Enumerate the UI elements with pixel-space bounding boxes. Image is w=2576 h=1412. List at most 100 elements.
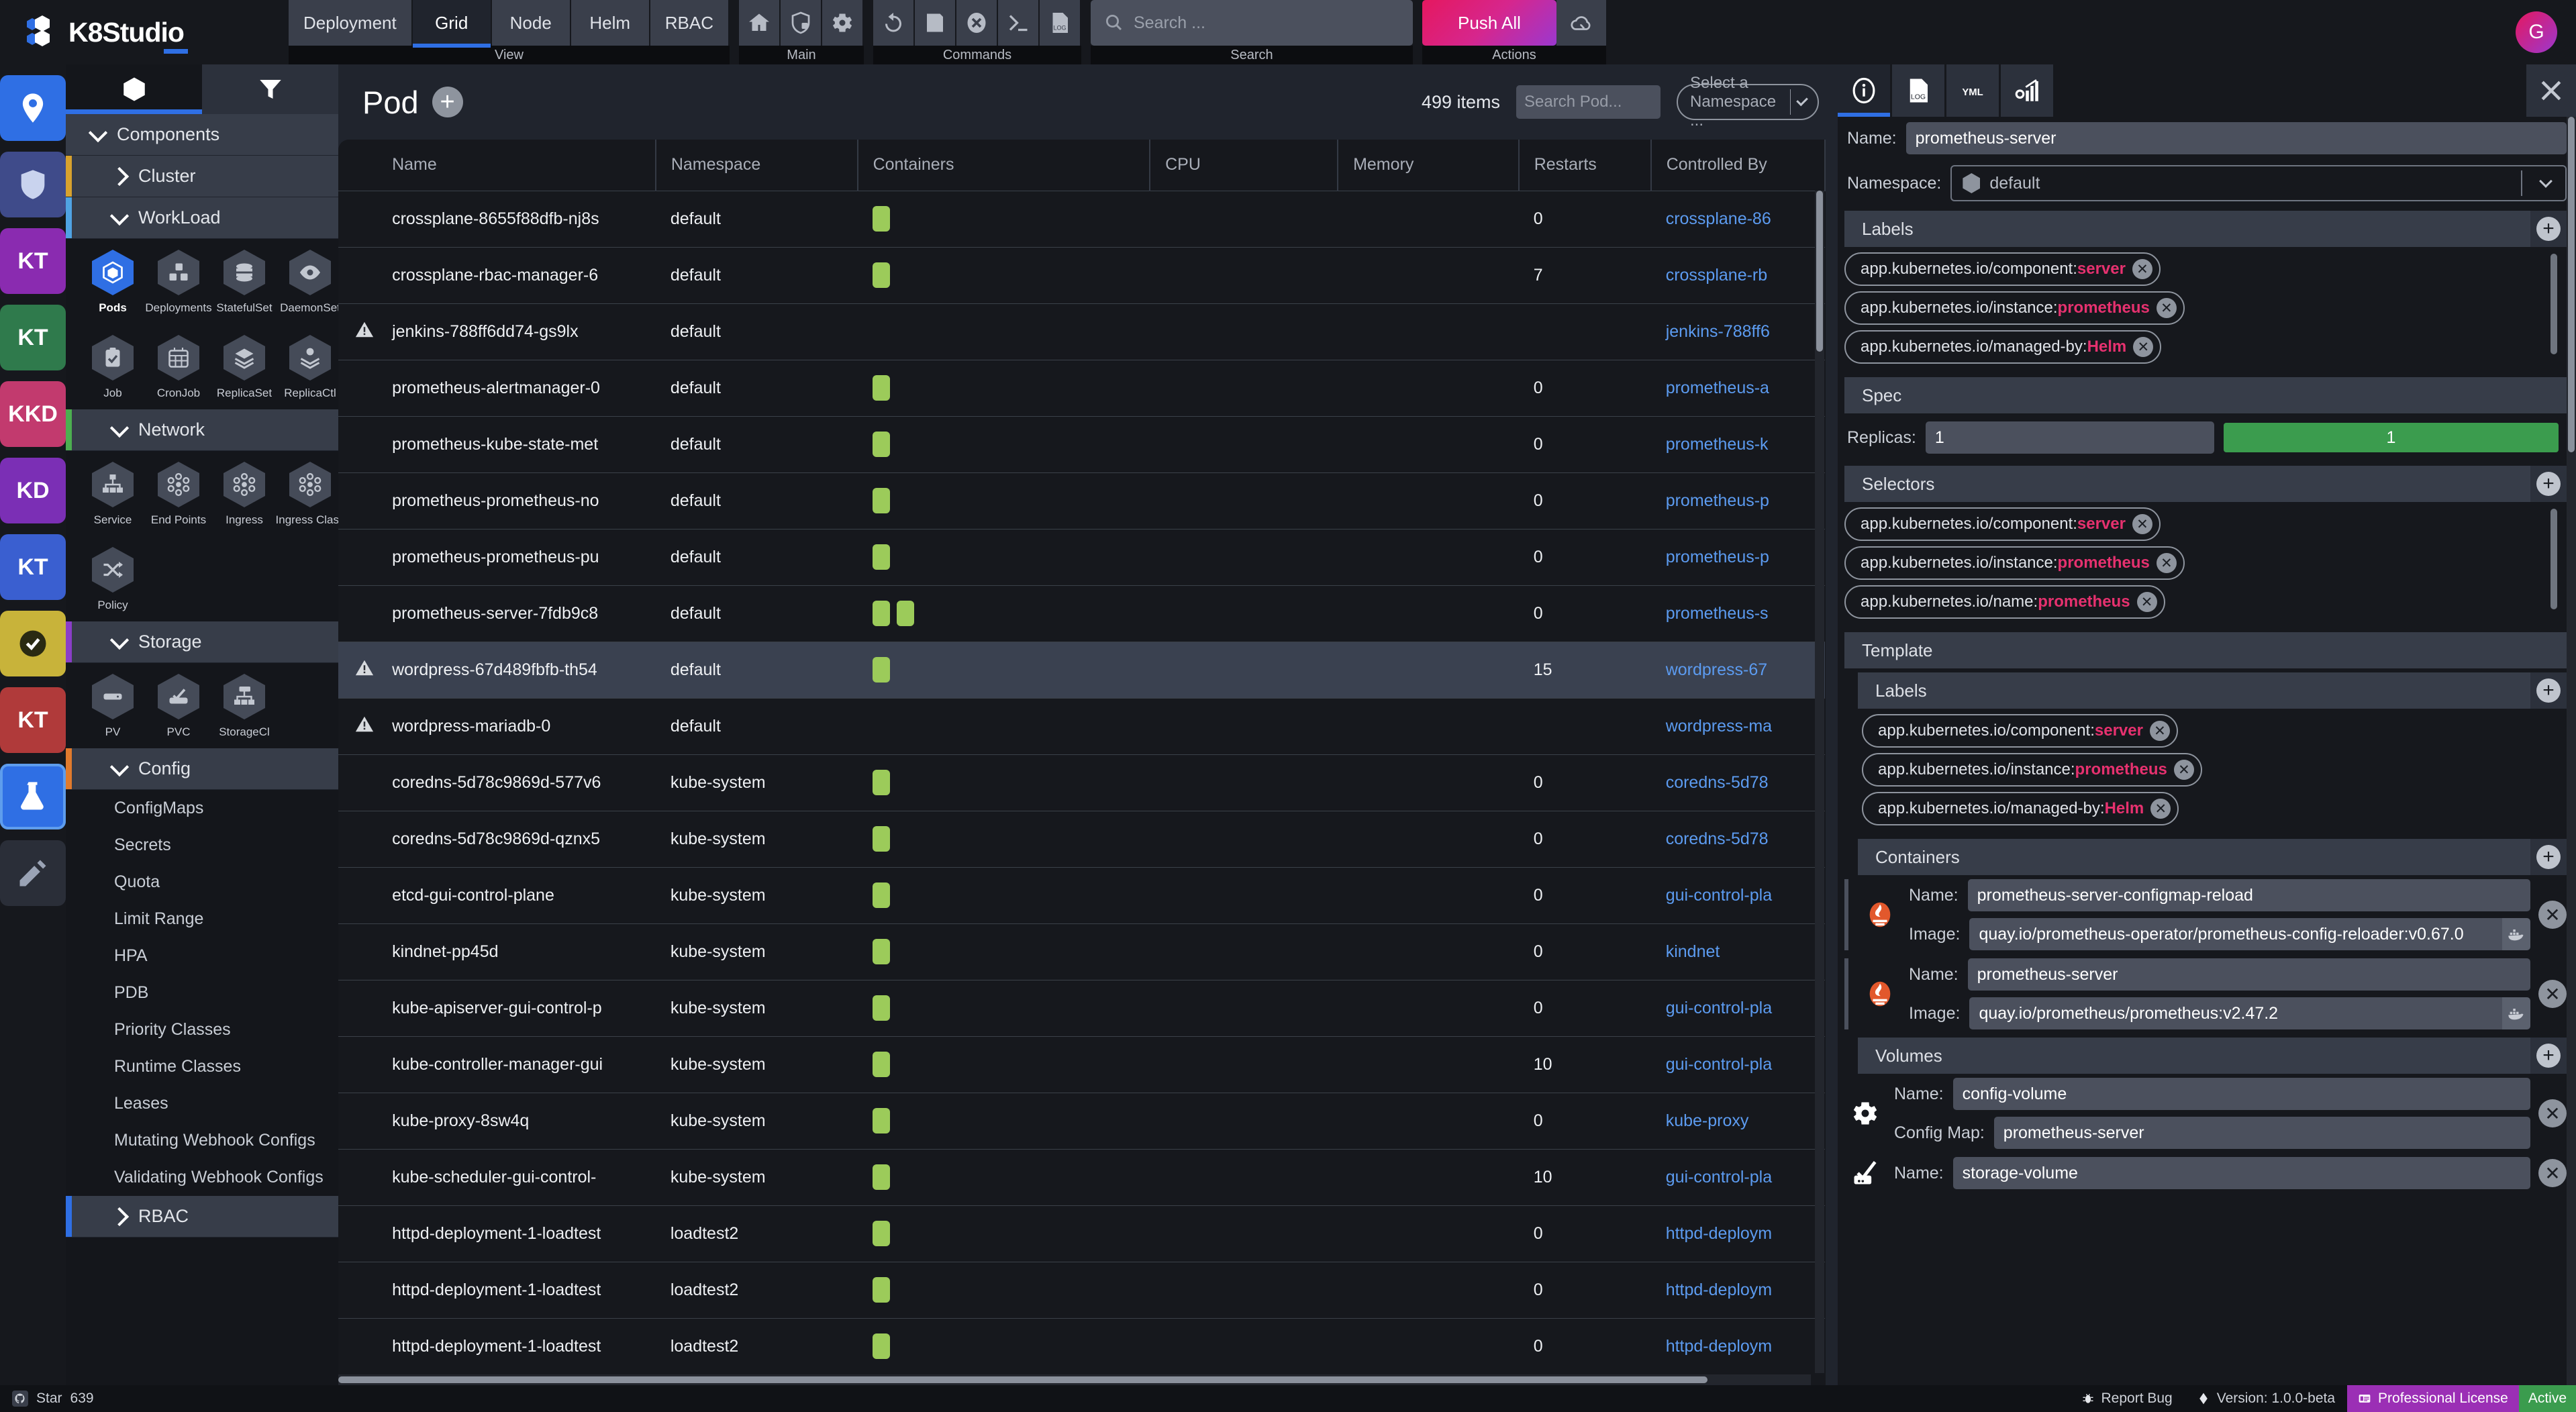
label-chip[interactable]: app.kubernetes.io/instance:prometheus ✕ <box>1844 291 2185 325</box>
config-item-secrets[interactable]: Secrets <box>66 827 338 864</box>
col-namespace[interactable]: Namespace <box>656 140 858 191</box>
controlled-by-link[interactable]: prometheus-p <box>1666 548 1769 566</box>
detail-tab-info[interactable] <box>1838 64 1890 117</box>
remove-chip-icon[interactable]: ✕ <box>2132 259 2152 279</box>
network-item-ingress[interactable]: Ingress <box>216 462 273 527</box>
config-item-limit-range[interactable]: Limit Range <box>66 901 338 938</box>
col-name[interactable]: Name <box>377 140 656 191</box>
col-restarts[interactable]: Restarts <box>1519 140 1651 191</box>
selectors-scrollbar[interactable] <box>2550 509 2557 609</box>
controlled-by-link[interactable]: coredns-5d78 <box>1666 773 1769 792</box>
tab-rbac[interactable]: RBAC <box>650 0 730 46</box>
cell-controlled-by[interactable]: prometheus-p <box>1651 529 1825 585</box>
controlled-by-link[interactable]: prometheus-k <box>1666 435 1769 454</box>
gear-icon[interactable] <box>822 0 864 46</box>
volume-name-field[interactable]: storage-volume <box>1953 1157 2530 1189</box>
home-icon[interactable] <box>739 0 781 46</box>
tree-group-config[interactable]: Config <box>66 748 338 790</box>
tree-group-rbac[interactable]: RBAC <box>66 1196 338 1238</box>
config-item-priority-classes[interactable]: Priority Classes <box>66 1011 338 1048</box>
controlled-by-link[interactable]: coredns-5d78 <box>1666 829 1769 848</box>
terminal-icon[interactable] <box>998 0 1040 46</box>
tab-filter[interactable] <box>202 64 338 114</box>
workload-item-deployments[interactable]: Deployments <box>150 250 207 315</box>
config-item-pdb[interactable]: PDB <box>66 974 338 1011</box>
star-label[interactable]: Star <box>36 1391 62 1407</box>
cell-controlled-by[interactable]: kube-proxy <box>1651 1093 1825 1149</box>
controlled-by-link[interactable]: crossplane-86 <box>1666 209 1771 228</box>
tab-components[interactable] <box>66 64 202 114</box>
table-row[interactable]: coredns-5d78c9869d-qznx5kube-system0core… <box>338 811 1825 867</box>
table-row[interactable]: crossplane-8655f88dfb-nj8sdefault0crossp… <box>338 191 1825 247</box>
table-row[interactable]: prometheus-prometheus-pudefault0promethe… <box>338 529 1825 585</box>
workload-item-daemonset[interactable]: DaemonSet <box>282 250 338 315</box>
namespace-field[interactable]: default <box>1950 165 2567 201</box>
labels-scrollbar[interactable] <box>2550 254 2557 354</box>
report-bug-button[interactable]: Report Bug <box>2069 1385 2185 1412</box>
cell-controlled-by[interactable]: crossplane-rb <box>1651 247 1825 303</box>
global-search-input[interactable]: Search ... <box>1091 0 1413 46</box>
storage-item-storagecl[interactable]: StorageCl <box>216 674 273 739</box>
controlled-by-link[interactable]: wordpress-67 <box>1666 660 1767 679</box>
cell-controlled-by[interactable]: gui-control-pla <box>1651 1149 1825 1205</box>
license-badge[interactable]: Professional License <box>2347 1385 2519 1412</box>
cell-controlled-by[interactable]: httpd-deploym <box>1651 1262 1825 1318</box>
label-chip[interactable]: app.kubernetes.io/managed-by:Helm ✕ <box>1844 330 2161 364</box>
cell-controlled-by[interactable]: gui-control-pla <box>1651 867 1825 923</box>
controlled-by-link[interactable]: crossplane-rb <box>1666 266 1767 285</box>
template-label-chip[interactable]: app.kubernetes.io/component:server ✕ <box>1862 714 2178 748</box>
table-row[interactable]: kube-apiserver-gui-control-pkube-system0… <box>338 980 1825 1036</box>
cell-controlled-by[interactable]: coredns-5d78 <box>1651 811 1825 867</box>
pod-search-input[interactable]: Search Pod... <box>1516 85 1661 119</box>
table-row[interactable]: httpd-deployment-1-loadtestloadtest20htt… <box>338 1318 1825 1374</box>
docker-icon[interactable] <box>2502 918 2530 950</box>
table-row[interactable]: kube-controller-manager-guikube-system10… <box>338 1036 1825 1093</box>
config-item-leases[interactable]: Leases <box>66 1085 338 1122</box>
volume-name-field[interactable]: config-volume <box>1953 1078 2530 1110</box>
col-containers[interactable]: Containers <box>858 140 1150 191</box>
controlled-by-link[interactable]: gui-control-pla <box>1666 999 1772 1017</box>
remove-container-button[interactable]: ✕ <box>2538 980 2567 1008</box>
controlled-by-link[interactable]: jenkins-788ff6 <box>1666 322 1770 341</box>
cloud-sync-icon[interactable] <box>1556 0 1606 46</box>
label-chip[interactable]: app.kubernetes.io/component:server ✕ <box>1844 252 2161 286</box>
table-row[interactable]: kindnet-pp45dkube-system0kindnet <box>338 923 1825 980</box>
remove-container-button[interactable]: ✕ <box>2538 901 2567 929</box>
namespace-select[interactable]: Select a Namespace ... <box>1677 84 1819 120</box>
controlled-by-link[interactable]: httpd-deploym <box>1666 1224 1772 1243</box>
volume-configmap-field[interactable]: prometheus-server <box>1994 1117 2530 1149</box>
rail-item-location[interactable] <box>0 75 66 141</box>
cell-controlled-by[interactable]: prometheus-k <box>1651 416 1825 472</box>
config-item-quota[interactable]: Quota <box>66 864 338 901</box>
rail-item-kkd[interactable]: KKD <box>0 381 66 447</box>
network-item-policy[interactable]: Policy <box>85 547 141 612</box>
push-all-button[interactable]: Push All <box>1422 0 1556 46</box>
tree-group-workload[interactable]: WorkLoad <box>66 197 338 239</box>
add-template-label-button[interactable]: + <box>2530 672 2567 709</box>
config-item-validating-webhook-configs[interactable]: Validating Webhook Configs <box>66 1159 338 1196</box>
table-row[interactable]: prometheus-alertmanager-0default0prometh… <box>338 360 1825 416</box>
controlled-by-link[interactable]: kindnet <box>1666 942 1720 961</box>
add-label-button[interactable]: + <box>2530 211 2567 247</box>
table-row[interactable]: kube-scheduler-gui-control-kube-system10… <box>338 1149 1825 1205</box>
network-item-endpoints[interactable]: End Points <box>150 462 207 527</box>
controlled-by-link[interactable]: httpd-deploym <box>1666 1337 1772 1356</box>
table-row[interactable]: etcd-gui-control-planekube-system0gui-co… <box>338 867 1825 923</box>
config-item-hpa[interactable]: HPA <box>66 938 338 974</box>
config-item-runtime-classes[interactable]: Runtime Classes <box>66 1048 338 1085</box>
log-icon[interactable]: LOG <box>1040 0 1081 46</box>
tab-deployment[interactable]: Deployment <box>289 0 413 46</box>
workload-item-job[interactable]: Job <box>85 335 141 400</box>
rail-item-kt-1[interactable]: KT <box>0 228 66 294</box>
cell-controlled-by[interactable]: prometheus-s <box>1651 585 1825 642</box>
add-container-button[interactable]: + <box>2530 839 2567 875</box>
rail-item-kt-4[interactable]: KT <box>0 687 66 753</box>
cell-controlled-by[interactable]: gui-control-pla <box>1651 1036 1825 1093</box>
rail-item-shield[interactable] <box>0 152 66 217</box>
template-label-chip[interactable]: app.kubernetes.io/managed-by:Helm ✕ <box>1862 792 2179 825</box>
detail-tab-yml[interactable]: YML <box>1946 64 1999 117</box>
add-selector-button[interactable]: + <box>2530 466 2567 502</box>
table-row[interactable]: crossplane-rbac-manager-6default7crosspl… <box>338 247 1825 303</box>
controlled-by-link[interactable]: gui-control-pla <box>1666 1055 1772 1074</box>
detail-tab-log[interactable]: LOG <box>1892 64 1944 117</box>
